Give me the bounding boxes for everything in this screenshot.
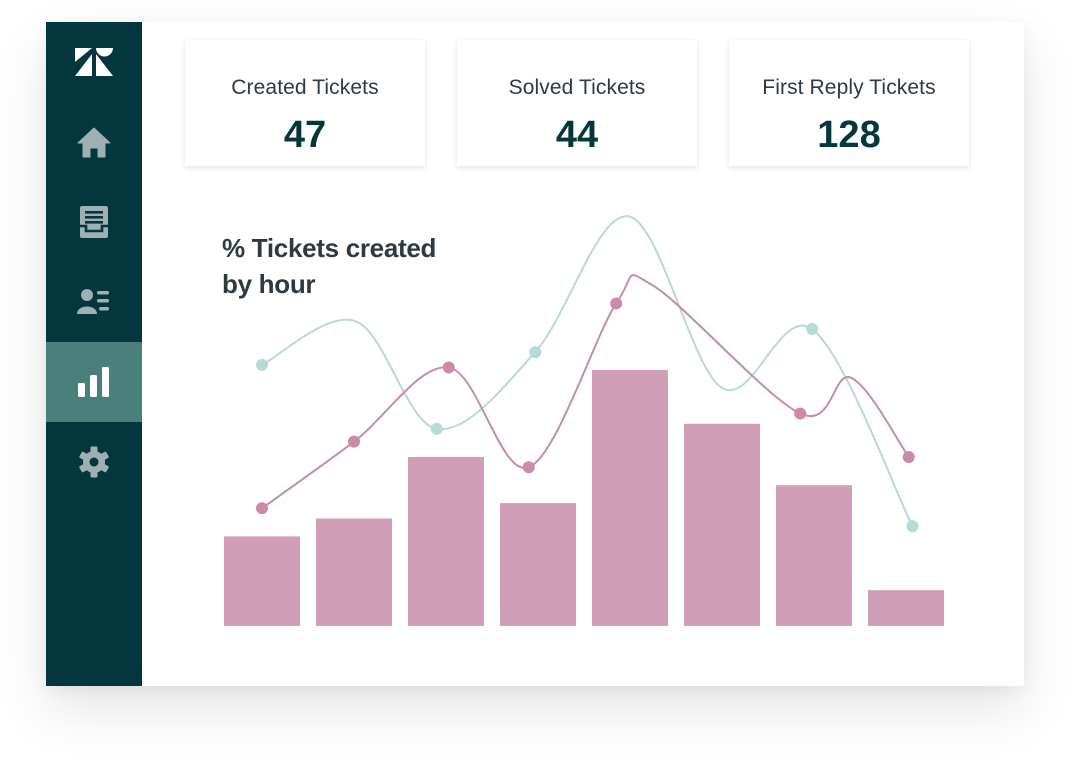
pink-line-point [902, 451, 915, 464]
teal-line [261, 215, 914, 527]
pink-line [261, 274, 910, 510]
pink-line-point [442, 361, 455, 374]
bar [776, 485, 852, 626]
teal-line-point [256, 358, 268, 371]
bars-group [224, 370, 944, 626]
tickets-by-hour-chart [224, 215, 944, 626]
lines-group [256, 215, 919, 533]
pink-line-point [610, 297, 623, 310]
dashboard-panel: Created Tickets 47 Solved Tickets 44 Fir… [46, 22, 1024, 686]
teal-line-point [529, 346, 542, 359]
pink-line-point [522, 461, 535, 474]
bar [592, 370, 668, 626]
teal-line-point [430, 422, 443, 435]
teal-line-point [806, 323, 819, 336]
teal-line-point [906, 520, 919, 533]
bar [224, 536, 300, 626]
bar [316, 518, 392, 626]
bar [684, 423, 760, 626]
bar [868, 590, 944, 626]
pink-line-point [256, 502, 268, 515]
pink-line-point [348, 435, 360, 448]
bar [408, 457, 484, 626]
pink-line-point [794, 407, 807, 420]
bar [500, 503, 576, 626]
